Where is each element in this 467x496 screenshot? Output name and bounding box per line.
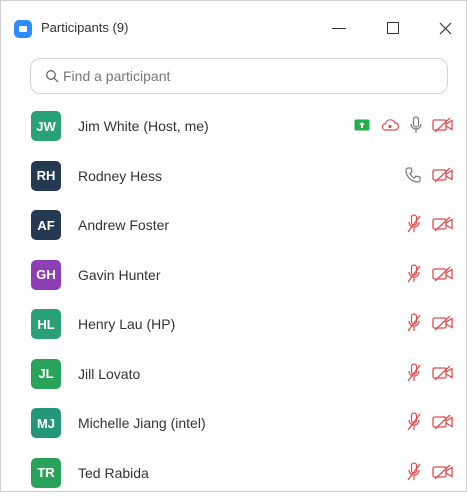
avatar: HL [31, 309, 61, 339]
participant-name: Ted Rabida [78, 464, 149, 481]
participant-row[interactable]: TR Ted Rabida [1, 448, 466, 496]
participant-row[interactable]: JL Jill Lovato [1, 349, 466, 397]
mic-muted-icon[interactable] [406, 362, 422, 383]
microphone-icon[interactable] [410, 116, 422, 134]
avatar: TR [31, 457, 61, 488]
title-bar: Participants (9) [1, 1, 466, 51]
video-off-icon[interactable] [432, 365, 454, 381]
participant-name: Andrew Foster [78, 217, 170, 233]
search-input[interactable] [63, 68, 403, 84]
video-off-icon[interactable] [432, 117, 454, 133]
participant-status-icons [406, 362, 454, 383]
participant-name: Henry Lau (HP) [78, 316, 176, 332]
participant-status-icons [404, 165, 454, 185]
participant-name: Rodney Hess [78, 167, 163, 184]
participant-status-icons [354, 115, 454, 135]
participant-row[interactable]: HL Henry Lau (HP) [1, 299, 466, 347]
participant-row[interactable]: GH Gavin Hunter [1, 250, 466, 298]
mic-muted-icon[interactable] [406, 313, 422, 333]
participant-name: Gavin Hunter [78, 266, 161, 283]
participant-row[interactable]: JW Jim White (Host, me) [1, 101, 466, 149]
search-box[interactable] [30, 58, 448, 94]
avatar: RH [31, 160, 61, 191]
zoom-logo-icon [14, 20, 32, 38]
participant-status-icons [406, 412, 454, 432]
close-icon [439, 22, 452, 35]
mic-muted-icon[interactable] [406, 412, 422, 432]
video-off-icon[interactable] [432, 266, 454, 282]
participant-name: Michelle Jiang (intel) [78, 415, 206, 431]
phone-icon [404, 166, 422, 184]
participants-window: Participants (9) JW Jim White (Host, me) R… [0, 0, 467, 492]
maximize-icon [387, 22, 399, 34]
video-off-icon[interactable] [432, 414, 454, 430]
mic-muted-icon[interactable] [406, 461, 422, 482]
participant-name: Jill Lovato [78, 365, 141, 382]
participant-status-icons [406, 313, 454, 333]
window-title: Participants (9) [41, 20, 129, 35]
search-icon [45, 69, 59, 83]
participant-status-icons [406, 263, 454, 284]
participant-row[interactable]: AF Andrew Foster [1, 200, 466, 248]
close-button[interactable] [429, 13, 461, 43]
video-off-icon[interactable] [432, 464, 454, 480]
participant-row[interactable]: RH Rodney Hess [1, 151, 466, 199]
video-off-icon[interactable] [432, 315, 454, 331]
mic-muted-icon[interactable] [406, 214, 422, 234]
avatar: GH [31, 259, 61, 290]
share-screen-icon [354, 119, 370, 131]
mic-muted-icon[interactable] [406, 263, 422, 284]
video-off-icon[interactable] [432, 216, 454, 232]
minimize-button[interactable] [323, 13, 355, 43]
maximize-button[interactable] [377, 13, 409, 43]
participant-name: Jim White (Host, me) [78, 118, 209, 134]
avatar: JL [31, 358, 61, 389]
video-off-icon[interactable] [432, 167, 454, 183]
avatar: AF [31, 210, 61, 240]
participant-status-icons [406, 461, 454, 482]
participant-row[interactable]: MJ Michelle Jiang (intel) [1, 398, 466, 446]
cloud-icon [380, 118, 400, 132]
avatar: MJ [31, 408, 61, 438]
minimize-icon [332, 27, 346, 29]
participant-status-icons [406, 214, 454, 234]
avatar: JW [31, 111, 61, 141]
